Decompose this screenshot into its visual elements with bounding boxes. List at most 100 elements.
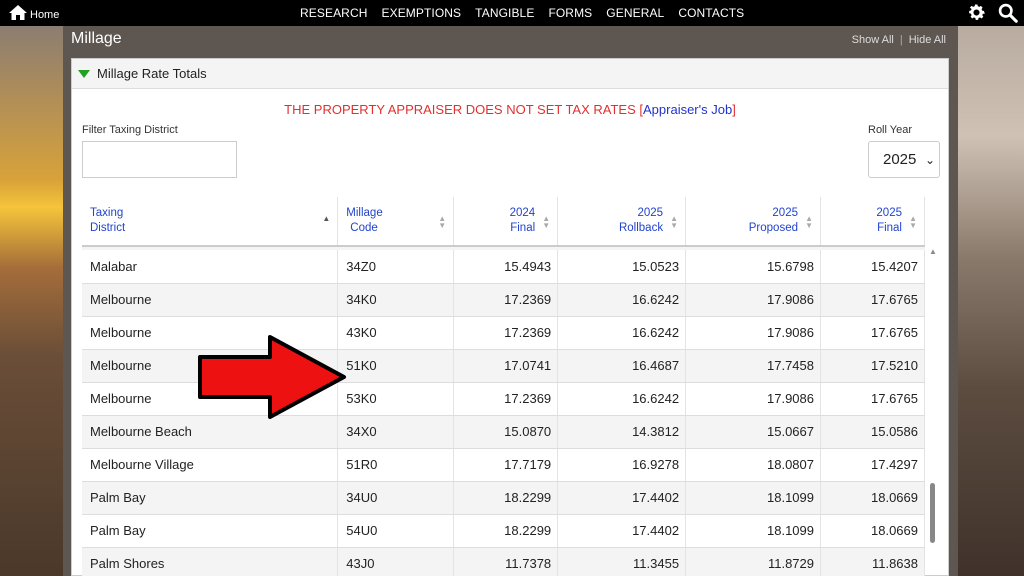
header-label: Final (877, 222, 902, 234)
tax-rate-notice: THE PROPERTY APPRAISER DOES NOT SET TAX … (284, 102, 736, 117)
sort-icon: ▲ ▼ (909, 214, 917, 230)
cell-millage-code: 34K0 (337, 283, 455, 317)
cell-2025-rollback: 17.4402 (557, 481, 687, 515)
cell-millage-code: 34U0 (337, 481, 455, 515)
cell-millage-code: 43K0 (337, 316, 455, 350)
cell-2025-proposed: 17.9086 (685, 283, 821, 317)
sort-ascending-icon: ▲ (322, 214, 331, 223)
header-millage-code[interactable]: Millage Code ▲ ▼ (337, 197, 455, 246)
header-2025-final[interactable]: 2025 Final ▲ ▼ (820, 197, 925, 246)
cell-2024-final: 18.2299 (453, 514, 559, 548)
cell-taxing-district: Palm Bay (82, 481, 339, 515)
table-row[interactable]: Melbourne 34K0 17.2369 16.6242 17.9086 17.676… (82, 283, 925, 317)
toolbar-icons (966, 2, 1018, 23)
roll-year-value: 2025 (883, 151, 917, 168)
cell-2025-final: 17.6765 (820, 316, 925, 350)
nav-tangible[interactable]: TANGIBLE (475, 6, 534, 20)
header-label: 2025 (876, 207, 902, 219)
cell-2025-rollback: 14.3812 (557, 415, 687, 449)
cell-2024-final: 17.7179 (453, 448, 559, 482)
header-2025-rollback[interactable]: 2025 Rollback ▲ ▼ (557, 197, 687, 246)
header-taxing-district[interactable]: Taxing District ▲ (82, 197, 339, 246)
section-header[interactable]: Millage Rate Totals (72, 59, 948, 89)
cell-2024-final: 18.2299 (453, 481, 559, 515)
cell-2025-final: 11.8638 (820, 547, 925, 576)
header-label: 2024 (509, 207, 536, 219)
search-icon[interactable] (997, 2, 1018, 23)
cell-2025-proposed: 11.8729 (685, 547, 821, 576)
sort-icon: ▲ ▼ (438, 214, 447, 230)
cell-2025-proposed: 18.0807 (685, 448, 821, 482)
gear-icon[interactable] (966, 2, 987, 23)
show-all-link[interactable]: Show All (852, 34, 894, 46)
nav-forms[interactable]: FORMS (548, 6, 592, 20)
filter-taxing-district-input[interactable] (82, 141, 237, 178)
scroll-up-icon[interactable]: ▲ (929, 247, 937, 256)
top-navigation-bar: Home RESEARCH EXEMPTIONS TANGIBLE FORMS … (0, 0, 1024, 26)
table-row[interactable]: Palm Shores 43J0 11.7378 11.3455 11.8729 11.8… (82, 547, 925, 576)
nav-research[interactable]: RESEARCH (300, 6, 367, 20)
panel-toggle-links: Show All | Hide All (851, 34, 946, 46)
appraisers-job-link[interactable]: Appraiser's Job (643, 102, 732, 117)
chevron-down-icon: ⌄ (924, 153, 935, 167)
cell-millage-code: 43J0 (337, 547, 455, 576)
millage-rate-totals-card: Millage Rate Totals THE PROPERTY APPRAIS… (71, 58, 949, 576)
notice-text: THE PROPERTY APPRAISER DOES NOT SET TAX … (284, 102, 636, 117)
cell-2025-proposed: 18.1099 (685, 514, 821, 548)
header-label: 2025 (772, 207, 798, 219)
header-label: Millage (346, 207, 383, 219)
table-header-row: Taxing District ▲ Millage Code ▲ ▼ 2024 F… (82, 197, 925, 246)
cell-2024-final: 17.2369 (453, 316, 559, 350)
cell-2025-rollback: 17.4402 (557, 514, 687, 548)
sort-icon: ▲ ▼ (670, 214, 679, 230)
nav-contacts[interactable]: CONTACTS (678, 6, 744, 20)
background-photo-right (948, 26, 1024, 576)
cell-2025-rollback: 16.9278 (557, 448, 687, 482)
cell-2025-proposed: 18.1099 (685, 481, 821, 515)
cell-2025-rollback: 16.6242 (557, 283, 687, 317)
sort-icon: ▲ ▼ (805, 214, 813, 230)
cell-2025-proposed: 15.0667 (685, 415, 821, 449)
background-photo-left (0, 26, 70, 576)
header-2024-final[interactable]: 2024 Final ▲ ▼ (453, 197, 559, 246)
cell-2025-final: 15.0586 (820, 415, 925, 449)
table-row[interactable]: Palm Bay 54U0 18.2299 17.4402 18.1099 18.0669 (82, 514, 925, 548)
cell-2025-proposed: 17.9086 (685, 316, 821, 350)
header-label: Code (350, 222, 378, 234)
cell-millage-code: 34X0 (337, 415, 455, 449)
home-link[interactable]: Home (8, 4, 59, 21)
table-row[interactable]: Malabar 34Z0 15.4943 15.0523 15.6798 15.4207 (82, 250, 925, 284)
panel-title: Millage (71, 30, 122, 47)
cell-2025-rollback: 16.4687 (557, 349, 687, 383)
cell-millage-code: 51K0 (337, 349, 455, 383)
cell-2025-rollback: 16.6242 (557, 316, 687, 350)
cell-millage-code: 53K0 (337, 382, 455, 416)
header-2025-proposed[interactable]: 2025 Proposed ▲ ▼ (685, 197, 821, 246)
nav-exemptions[interactable]: EXEMPTIONS (381, 6, 461, 20)
header-label: District (90, 222, 126, 234)
home-label: Home (30, 9, 60, 21)
cell-2025-rollback: 15.0523 (557, 250, 687, 284)
cell-millage-code: 34Z0 (337, 250, 455, 284)
cell-2025-final: 17.6765 (820, 382, 925, 416)
table-row[interactable]: Melbourne Village 51R0 17.7179 16.9278 18.08… (82, 448, 925, 482)
cell-2025-final: 15.4207 (820, 250, 925, 284)
header-label: Final (510, 222, 536, 234)
table-row[interactable]: Palm Bay 34U0 18.2299 17.4402 18.1099 18.0669 (82, 481, 925, 515)
cell-2025-final: 17.4297 (820, 448, 925, 482)
hide-all-link[interactable]: Hide All (909, 34, 946, 46)
cell-2025-final: 17.5210 (820, 349, 925, 383)
table-row[interactable]: Melbourne Beach 34X0 15.0870 14.3812 15.0667… (82, 415, 925, 449)
cell-2025-proposed: 17.9086 (685, 382, 821, 416)
header-label: Proposed (748, 222, 798, 234)
roll-year-select[interactable]: 2025 ⌄ (868, 141, 940, 178)
table-scrollbar[interactable]: ▲ (928, 247, 938, 576)
cell-2025-final: 18.0669 (820, 514, 925, 548)
cell-taxing-district: Melbourne Village (82, 448, 339, 482)
cell-2024-final: 17.0741 (453, 349, 559, 383)
cell-2025-final: 17.6765 (820, 283, 925, 317)
scrollbar-thumb[interactable] (930, 483, 935, 543)
cell-2025-proposed: 17.7458 (685, 349, 821, 383)
header-label: Rollback (618, 222, 664, 234)
nav-general[interactable]: GENERAL (606, 6, 664, 20)
